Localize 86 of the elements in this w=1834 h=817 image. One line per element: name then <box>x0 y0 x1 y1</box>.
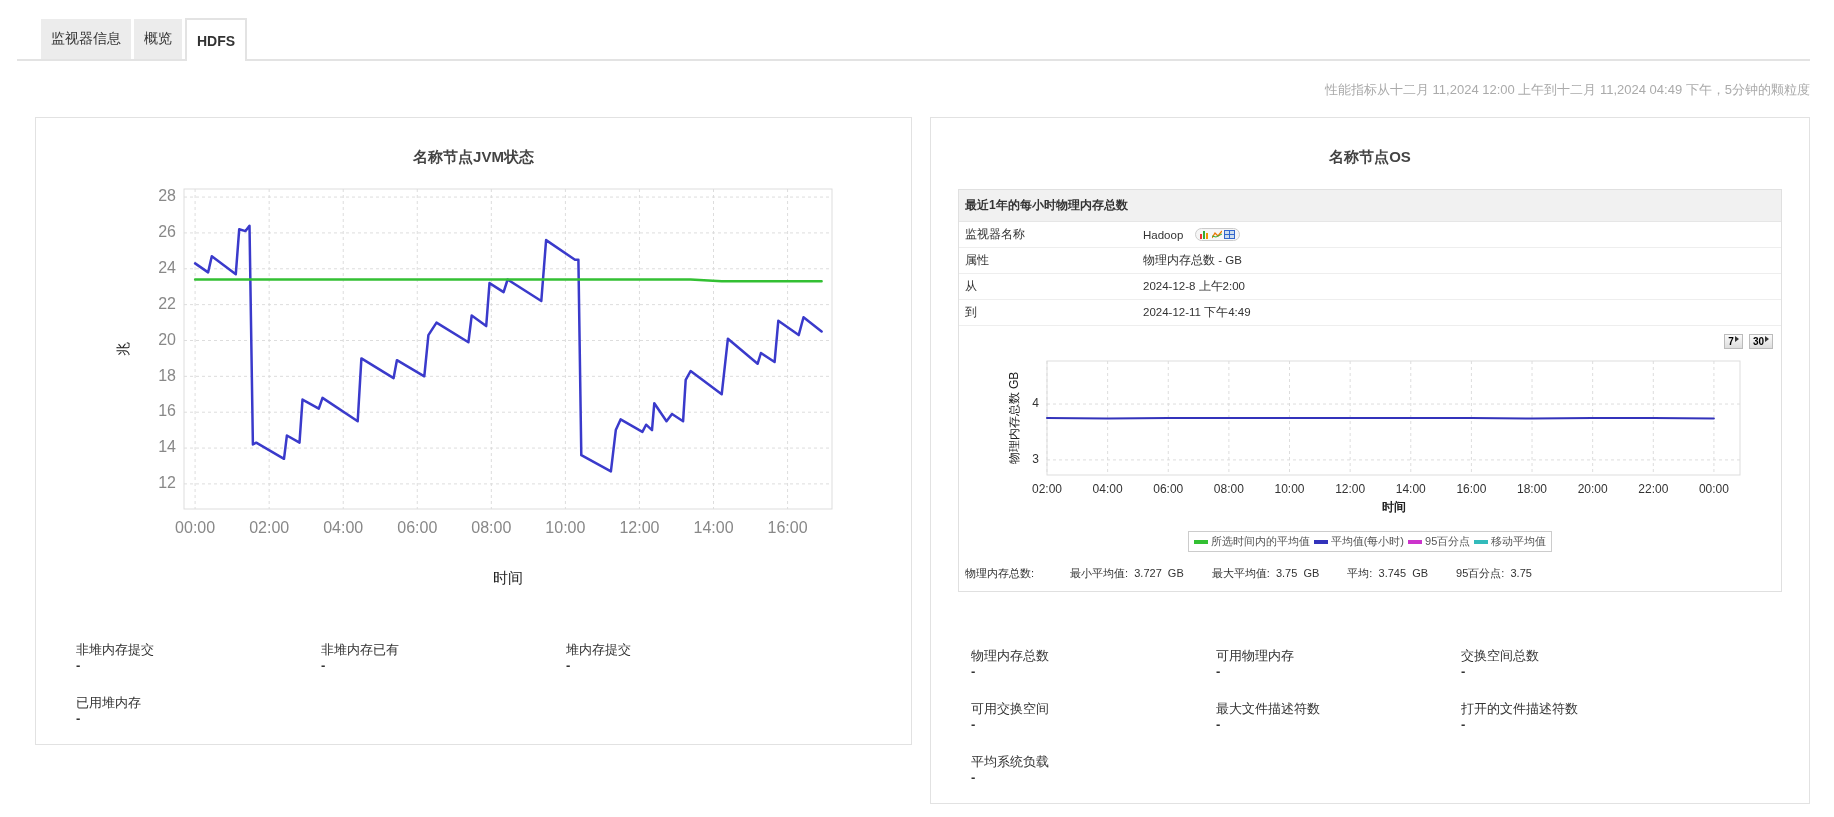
y-tick-label: 24 <box>158 259 176 276</box>
report-label: 从 <box>964 279 978 294</box>
legend-label: 移动平均值 <box>1491 534 1547 549</box>
report-label: 属性 <box>964 253 990 268</box>
y-tick-label: 20 <box>158 330 176 348</box>
x-tick-label: 06:00 <box>1153 482 1184 496</box>
tab[interactable]: 监视器信息 <box>41 19 131 59</box>
report-value: 物理内存总数 - GB <box>1143 253 1242 268</box>
period-note: 性能指标从十二月 11,2024 12:00 上午到十二月 11,2024 04:49 下午，5分钟的颗粒度 <box>1323 81 1810 99</box>
legend-label: 所选时间内的平均值 <box>1210 534 1310 549</box>
x-tick-label: 02:00 <box>249 519 290 536</box>
metric-label: 最大文件描述符数 <box>1216 700 1320 718</box>
report-value: Hadoop <box>1143 228 1184 241</box>
metric-label: 交换空间总数 <box>1461 647 1539 665</box>
metric-value: - <box>1216 718 1221 732</box>
x-tick-label: 06:00 <box>397 519 438 536</box>
tab[interactable]: 概览 <box>134 19 182 59</box>
x-tick-label: 16:00 <box>1456 482 1487 496</box>
x-tick-label: 04:00 <box>323 519 364 536</box>
x-tick-label: 10:00 <box>1274 482 1305 496</box>
y-axis-title: 兆 <box>114 342 131 356</box>
stat-text: 最小平均值: 3.727 GB <box>1070 566 1184 581</box>
x-tick-label: 10:00 <box>545 519 586 536</box>
stat-text: 最大平均值: 3.75 GB <box>1211 566 1320 581</box>
x-tick-label: 12:00 <box>1335 482 1366 496</box>
metric-value: - <box>1461 665 1466 679</box>
triangle-icon <box>1734 336 1739 342</box>
tab[interactable]: HDFS <box>185 18 248 61</box>
metric-value: - <box>971 665 976 679</box>
metric-label: 非堆内存已有 <box>321 641 399 659</box>
y-tick-label: 12 <box>158 474 176 492</box>
x-tick-label: 22:00 <box>1638 482 1669 496</box>
metric-label: 可用交换空间 <box>971 700 1049 718</box>
x-tick-label: 02:00 <box>1032 482 1062 496</box>
stats-label: 物理内存总数: <box>965 566 1035 581</box>
x-tick-label: 08:00 <box>1213 482 1244 496</box>
metric-label: 平均系统负载 <box>971 753 1049 771</box>
y-tick-label: 4 <box>1032 396 1039 411</box>
report-value: 2024-12-11 下午4:49 <box>1143 305 1251 320</box>
x-tick-label: 18:00 <box>1517 482 1548 496</box>
y-tick-label: 28 <box>158 187 176 205</box>
x-tick-label: 12:00 <box>619 519 660 536</box>
x-tick-label: 14:00 <box>1395 482 1426 496</box>
y-tick-label: 22 <box>158 294 176 312</box>
x-tick-label: 14:00 <box>693 519 734 536</box>
range-button[interactable]: 30 <box>1748 334 1773 349</box>
x-tick-label: 08:00 <box>471 519 512 536</box>
metric-label: 打开的文件描述符数 <box>1461 700 1578 718</box>
y-tick-label: 16 <box>158 402 176 420</box>
metric-value: - <box>566 659 571 673</box>
x-tick-label: 04:00 <box>1092 482 1123 496</box>
stat-text: 平均: 3.745 GB <box>1347 566 1429 581</box>
metric-value: - <box>76 659 81 673</box>
metric-label: 非堆内存提交 <box>76 641 154 659</box>
metric-label: 已用堆内存 <box>76 694 141 712</box>
stat-text: 95百分点: 3.75 <box>1456 566 1532 581</box>
report-value: 2024-12-8 上午2:00 <box>1143 279 1245 294</box>
y-tick-label: 18 <box>158 366 176 384</box>
x-tick-label: 00:00 <box>175 519 216 536</box>
x-tick-label: 16:00 <box>767 519 808 536</box>
legend-label: 平均值(每小时) <box>1330 534 1405 549</box>
y-tick-label: 14 <box>158 438 176 456</box>
y-tick-label: 3 <box>1032 452 1039 467</box>
x-tick-label: 20:00 <box>1577 482 1608 496</box>
y-tick-label: 26 <box>158 223 176 241</box>
metric-value: - <box>321 659 326 673</box>
x-tick-label: 00:00 <box>1698 482 1729 496</box>
metric-value: - <box>76 712 81 726</box>
metric-label: 可用物理内存 <box>1216 647 1294 665</box>
chart-types-icon[interactable] <box>1195 228 1241 241</box>
report-label: 监视器名称 <box>964 227 1026 242</box>
metric-value: - <box>1216 665 1221 679</box>
x-axis-title: 时间 <box>493 569 523 586</box>
metric-label: 堆内存提交 <box>566 641 631 659</box>
report-label: 到 <box>964 305 978 320</box>
panel-title: 名称节点OS <box>1329 148 1411 167</box>
range-button[interactable]: 7 <box>1724 334 1743 349</box>
legend-label: 95百分点 <box>1425 534 1471 549</box>
panel-title: 名称节点JVM状态 <box>413 148 534 167</box>
triangle-icon <box>1765 336 1769 342</box>
report-title: 最近1年的每小时物理内存总数 <box>959 190 1781 222</box>
metric-label: 物理内存总数 <box>971 647 1049 665</box>
metric-value: - <box>971 718 976 732</box>
metric-value: - <box>1461 718 1466 732</box>
metric-value: - <box>971 771 976 785</box>
x-axis-title: 时间 <box>1381 500 1406 514</box>
